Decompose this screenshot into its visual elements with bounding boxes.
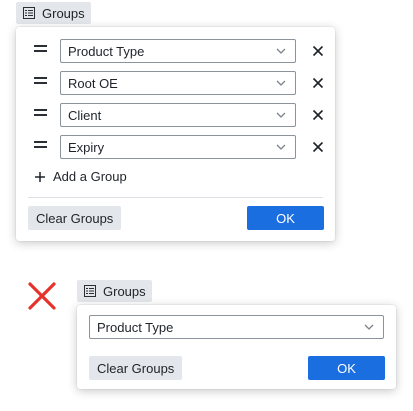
- table-list-icon: [22, 6, 36, 20]
- divider: [28, 197, 323, 198]
- groups-chip-bottom[interactable]: Groups: [77, 280, 152, 302]
- group-row: Product Type: [16, 35, 335, 67]
- group-select[interactable]: Client: [60, 103, 296, 127]
- group-row: Root OE: [16, 67, 335, 99]
- add-group-button[interactable]: Add a Group: [34, 169, 127, 184]
- group-select-value: Product Type: [97, 319, 174, 335]
- close-icon[interactable]: [312, 77, 324, 89]
- ok-button[interactable]: OK: [308, 356, 385, 380]
- groups-chip-label: Groups: [42, 5, 85, 21]
- group-select-value: Client: [68, 107, 102, 123]
- group-select[interactable]: Product Type: [89, 315, 384, 339]
- close-icon[interactable]: [312, 45, 324, 57]
- table-list-icon: [83, 284, 97, 298]
- group-select-value: Product Type: [68, 43, 145, 59]
- group-select-value: Root OE: [68, 75, 118, 91]
- group-select[interactable]: Root OE: [60, 71, 296, 95]
- group-select[interactable]: Product Type: [60, 39, 296, 63]
- group-row: Client: [16, 99, 335, 131]
- drag-handle-icon[interactable]: [34, 44, 47, 54]
- group-select[interactable]: Expiry: [60, 135, 296, 159]
- group-row: Expiry: [16, 131, 335, 163]
- groups-panel-bottom: Product Type Clear Groups OK: [77, 305, 396, 389]
- drag-handle-icon[interactable]: [34, 140, 47, 150]
- chevron-down-icon: [276, 112, 286, 118]
- close-icon[interactable]: [312, 141, 324, 153]
- group-select-value: Expiry: [68, 139, 105, 155]
- chevron-down-icon: [276, 144, 286, 150]
- chevron-down-icon: [276, 80, 286, 86]
- groups-chip-top[interactable]: Groups: [16, 2, 91, 24]
- plus-icon: [35, 171, 45, 182]
- close-icon[interactable]: [312, 109, 324, 121]
- add-group-label: Add a Group: [53, 169, 127, 184]
- ok-button[interactable]: OK: [247, 206, 324, 230]
- clear-groups-button[interactable]: Clear Groups: [28, 206, 122, 230]
- clear-groups-button[interactable]: Clear Groups: [89, 356, 183, 380]
- groups-panel-top: Product Type Root OE Client Expiry Add a…: [16, 27, 335, 241]
- red-x-icon: [28, 282, 56, 310]
- drag-handle-icon[interactable]: [34, 76, 47, 86]
- groups-chip-label: Groups: [103, 283, 146, 299]
- drag-handle-icon[interactable]: [34, 108, 47, 118]
- chevron-down-icon: [276, 48, 286, 54]
- chevron-down-icon: [364, 324, 374, 330]
